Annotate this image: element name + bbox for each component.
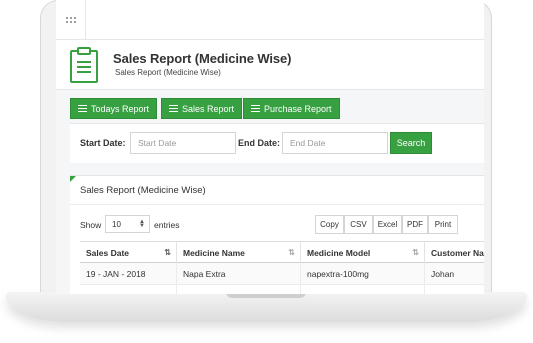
entries-label: entries xyxy=(154,220,180,230)
cell-medicine-name: Napa Extra xyxy=(177,263,301,285)
cell-medicine-model: napextra-100mg xyxy=(301,263,425,285)
empty-cell xyxy=(301,285,425,294)
list-icon xyxy=(251,105,260,112)
print-button[interactable]: Print xyxy=(428,215,458,234)
page-size-value: 10 xyxy=(112,219,121,229)
end-date-label: End Date: xyxy=(238,138,281,148)
column-customer-name[interactable]: Customer Na xyxy=(425,242,484,264)
sort-icon: ⇅ xyxy=(412,248,419,257)
list-icon xyxy=(169,105,178,112)
empty-cell xyxy=(177,285,301,294)
sales-report-label: Sales Report xyxy=(182,103,235,114)
page-title: Sales Report (Medicine Wise) xyxy=(113,51,292,66)
page-size-select[interactable]: 10 ▲ ▼ xyxy=(105,215,150,233)
search-button[interactable]: Search xyxy=(390,132,432,154)
panel-divider xyxy=(70,204,484,205)
sort-icon: ⇅ xyxy=(288,248,295,257)
column-label: Sales Date xyxy=(86,248,129,258)
panel-corner-mark xyxy=(70,176,76,182)
column-label: Medicine Model xyxy=(307,248,371,258)
grid-menu-button[interactable] xyxy=(56,0,86,40)
grid-menu-icon xyxy=(64,16,77,24)
top-bar xyxy=(56,0,484,40)
column-medicine-name[interactable]: Medicine Name ⇅ xyxy=(177,242,301,264)
copy-button[interactable]: Copy xyxy=(315,215,344,234)
pdf-button[interactable]: PDF xyxy=(402,215,428,234)
clipboard-icon xyxy=(70,47,98,83)
purchase-report-label: Purchase Report xyxy=(264,103,332,114)
table-row xyxy=(80,285,484,294)
cell-sales-date: 19 - JAN - 2018 xyxy=(80,263,177,285)
csv-button[interactable]: CSV xyxy=(344,215,373,234)
empty-cell xyxy=(80,285,177,294)
table-header: Sales Date ⇅ Medicine Name ⇅ Medicine Mo… xyxy=(80,241,484,264)
sort-icon: ⇅ xyxy=(164,248,171,257)
end-date-input[interactable]: End Date xyxy=(282,132,388,154)
table-row[interactable]: 19 - JAN - 2018 Napa Extra napextra-100m… xyxy=(80,263,484,285)
panel-title: Sales Report (Medicine Wise) xyxy=(80,185,206,196)
page-header: Sales Report (Medicine Wise) Sales Repor… xyxy=(56,40,484,90)
todays-report-button[interactable]: Todays Report xyxy=(70,98,158,119)
column-sales-date[interactable]: Sales Date ⇅ xyxy=(80,242,177,264)
select-arrows-icon: ▲ ▼ xyxy=(139,219,145,229)
list-icon xyxy=(78,105,87,112)
start-date-input[interactable]: Start Date xyxy=(130,132,236,154)
column-medicine-model[interactable]: Medicine Model ⇅ xyxy=(301,242,425,264)
column-label: Medicine Name xyxy=(183,248,245,258)
excel-button[interactable]: Excel xyxy=(373,215,402,234)
page-subtitle: Sales Report (Medicine Wise) xyxy=(115,68,221,77)
sales-report-button[interactable]: Sales Report xyxy=(161,98,243,119)
app-screen: Sales Report (Medicine Wise) Sales Repor… xyxy=(56,0,484,294)
start-date-label: Start Date: xyxy=(80,138,126,148)
show-label: Show xyxy=(80,220,102,230)
todays-report-label: Todays Report xyxy=(91,103,150,114)
cell-customer-name: Johan xyxy=(431,269,455,279)
column-label: Customer Na xyxy=(431,248,484,258)
date-filter-panel: Start Date: Start Date End Date: End Dat… xyxy=(70,123,484,163)
sales-table-panel: Sales Report (Medicine Wise) Show 10 ▲ ▼ … xyxy=(70,175,484,294)
purchase-report-button[interactable]: Purchase Report xyxy=(243,98,340,119)
